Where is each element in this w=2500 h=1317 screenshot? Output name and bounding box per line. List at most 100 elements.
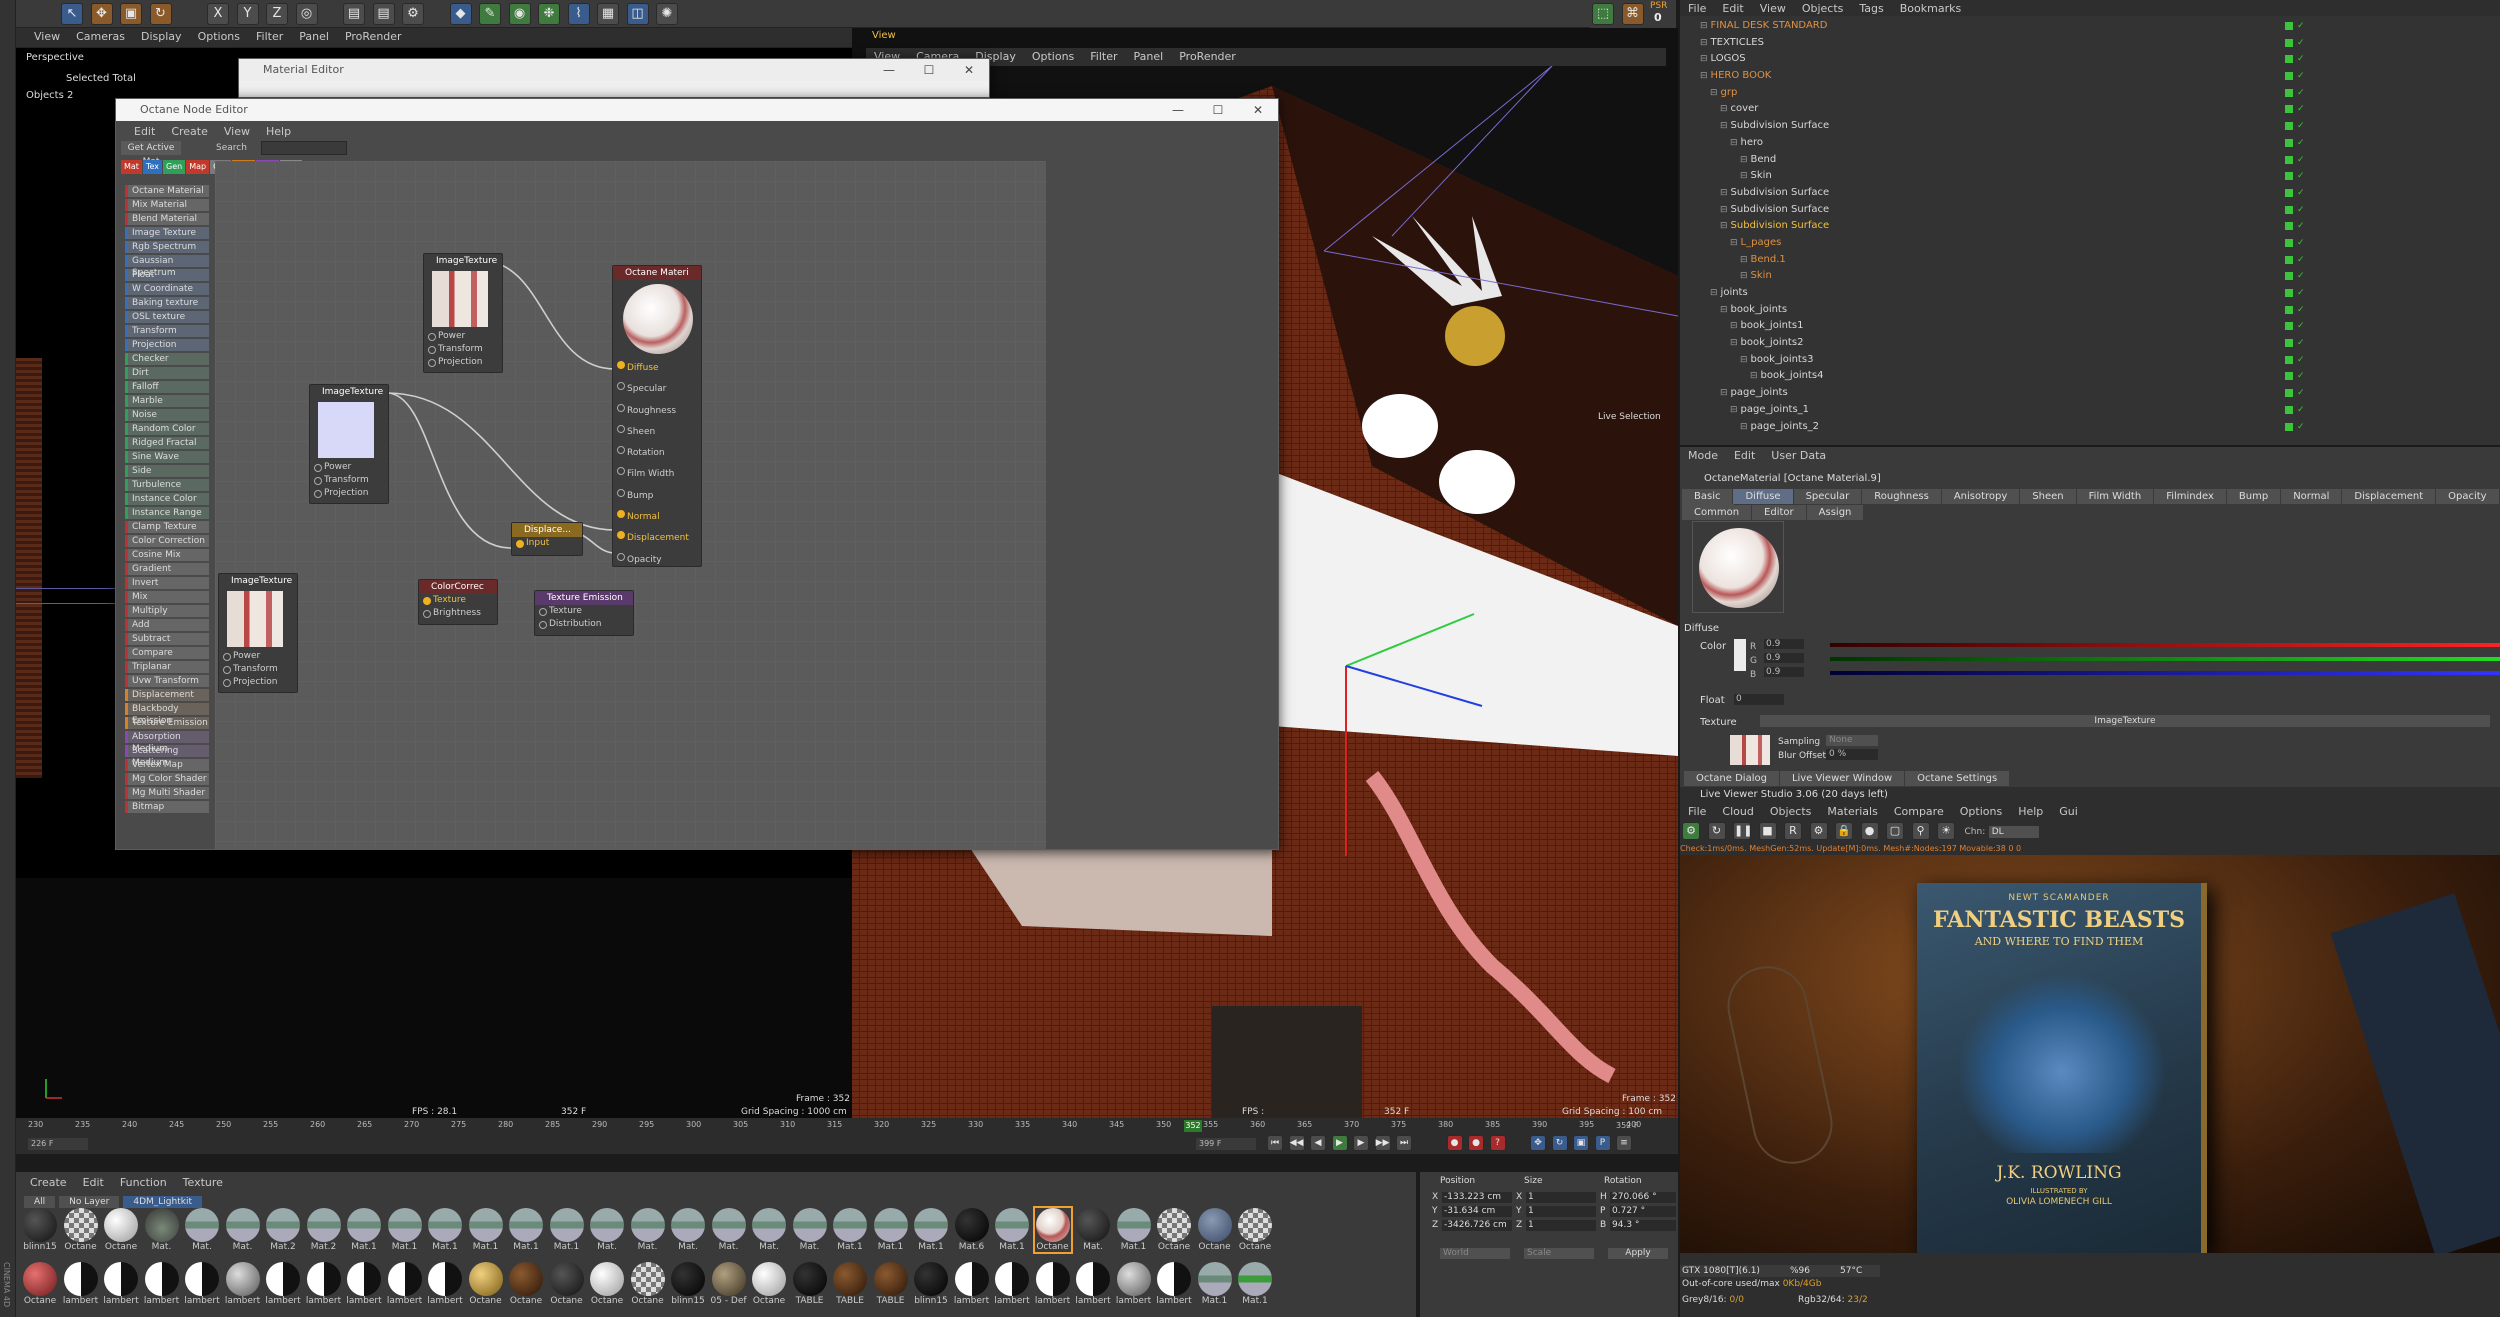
node-list-item[interactable]: Invert — [125, 577, 209, 589]
node-pin[interactable]: Diffuse — [613, 358, 701, 379]
category-tab-tex[interactable]: Tex — [142, 160, 162, 174]
render-check-icon[interactable]: ✓ — [2297, 135, 2305, 152]
z-position-field[interactable]: -3426.726 cm — [1442, 1220, 1512, 1231]
z-axis-icon[interactable]: Z — [266, 3, 288, 25]
node-list-item[interactable]: Blend Material — [125, 213, 209, 225]
node-list-item[interactable]: Dirt — [125, 367, 209, 379]
material-slot[interactable]: Mat. — [670, 1208, 706, 1252]
layer-tab-all[interactable]: All — [24, 1196, 56, 1208]
object-row[interactable]: ⊟ FINAL DESK STANDARD ✓ — [1700, 18, 2480, 35]
material-slot[interactable]: Mat.2 — [265, 1208, 301, 1252]
visibility-tick[interactable] — [2285, 22, 2293, 30]
node-pin[interactable]: Power — [424, 330, 502, 343]
next-key-icon[interactable]: ▶▶ — [1374, 1135, 1391, 1151]
material-slot[interactable]: lambert — [1075, 1262, 1111, 1306]
material-editor-window[interactable]: Material Editor — ☐ ✕ — [238, 58, 990, 98]
visibility-tick[interactable] — [2285, 305, 2293, 314]
tab-sheen[interactable]: Sheen — [2020, 489, 2076, 504]
material-slot[interactable]: Mat.1 — [873, 1208, 909, 1252]
material-slot[interactable]: blinn15 — [22, 1208, 58, 1252]
material-slot[interactable]: lambert — [144, 1262, 180, 1306]
node-list-item[interactable]: Octane Material — [125, 185, 209, 197]
material-slot[interactable]: Mat.1 — [1197, 1262, 1233, 1306]
material-slot[interactable]: Mat.1 — [1116, 1208, 1152, 1252]
keyframe-icon[interactable]: ? — [1489, 1135, 1506, 1151]
material-slot[interactable]: Octane — [1197, 1208, 1233, 1252]
object-row[interactable]: ⊟ book_joints ✓ — [1700, 302, 2480, 319]
menu-options[interactable]: Options — [1024, 48, 1082, 66]
tab-common[interactable]: Common — [1682, 505, 1752, 520]
render-check-icon[interactable]: ✓ — [2297, 68, 2305, 85]
expand-icon[interactable]: ⊟ — [1730, 338, 1738, 348]
render-picture-icon[interactable]: ▤ — [372, 3, 395, 25]
material-slot[interactable]: Octane — [508, 1262, 544, 1306]
node-list-item[interactable]: Mg Multi Shader — [125, 787, 209, 799]
node-octane-material[interactable]: Octane Materi Diffuse Specular Roughness Sh… — [612, 265, 702, 567]
material-slot[interactable]: lambert — [103, 1262, 139, 1306]
material-slot[interactable]: lambert — [306, 1262, 342, 1306]
python-icon[interactable]: ⌘ — [1621, 3, 1644, 25]
expand-icon[interactable]: ⊟ — [1720, 104, 1728, 114]
node-image-texture-3[interactable]: ImageTexture Power Transform Projection — [218, 573, 298, 693]
menu-create[interactable]: Create — [22, 1174, 75, 1192]
sphere-icon[interactable]: ● — [1860, 822, 1879, 840]
expand-icon[interactable]: ⊟ — [1700, 21, 1708, 31]
material-slot[interactable]: lambert — [346, 1262, 382, 1306]
g-value[interactable]: 0.9 — [1764, 653, 1804, 663]
menu-edit[interactable]: Edit — [1714, 0, 1751, 18]
menu-objects[interactable]: Objects — [1794, 0, 1852, 18]
material-slot[interactable]: Mat. — [711, 1208, 747, 1252]
render-check-icon[interactable]: ✓ — [2297, 385, 2305, 402]
menu-edit[interactable]: Edit — [75, 1174, 112, 1192]
material-slot[interactable]: Octane — [1032, 1206, 1073, 1254]
next-frame-icon[interactable]: ▶ — [1353, 1135, 1369, 1151]
visibility-tick[interactable] — [2285, 289, 2293, 297]
material-slot[interactable]: Mat.1 — [549, 1208, 585, 1252]
node-list-item[interactable]: Noise — [125, 409, 209, 421]
menu-view[interactable]: View — [26, 28, 68, 46]
node-list-item[interactable]: Transform — [125, 325, 209, 337]
node-pin[interactable]: Displacement — [613, 528, 701, 549]
render-view-icon[interactable]: ▤ — [343, 3, 365, 25]
material-slot[interactable]: Mat. — [144, 1208, 180, 1252]
node-pin[interactable]: Film Width — [613, 464, 701, 485]
r-slider[interactable] — [1830, 643, 2500, 647]
material-slot[interactable]: Octane — [468, 1262, 504, 1306]
menu-create[interactable]: Create — [163, 123, 216, 141]
category-tab-gen[interactable]: Gen — [163, 160, 186, 174]
node-list-item[interactable]: Bitmap — [125, 801, 209, 813]
render-check-icon[interactable]: ✓ — [2297, 335, 2305, 352]
expand-icon[interactable]: ⊟ — [1750, 371, 1758, 381]
material-slot[interactable]: Mat.1 — [468, 1208, 504, 1252]
node-list-item[interactable]: Mg Color Shader — [125, 773, 209, 785]
timeline-current-marker[interactable]: 352 — [1184, 1120, 1202, 1132]
sampling-select[interactable]: None — [1826, 735, 1878, 746]
menu-cameras[interactable]: Cameras — [68, 28, 133, 46]
node-canvas[interactable]: ImageTexture Power Transform Projection Im… — [215, 161, 1046, 849]
material-slot[interactable]: lambert — [427, 1262, 463, 1306]
float-value[interactable]: 0 — [1734, 694, 1784, 705]
camera-icon[interactable]: ◫ — [626, 3, 649, 25]
node-pin[interactable]: Power — [310, 461, 388, 474]
deformer-icon[interactable]: ⌇ — [567, 3, 590, 25]
material-slot[interactable]: Mat. — [630, 1208, 666, 1252]
x-position-field[interactable]: -133.223 cm — [1442, 1192, 1512, 1203]
category-tab-map[interactable]: Map — [186, 160, 210, 174]
world-select[interactable]: World — [1440, 1248, 1510, 1259]
node-list-item[interactable]: Subtract — [125, 633, 209, 645]
node-pin[interactable]: Projection — [310, 487, 388, 500]
category-tab-mat[interactable]: Mat — [121, 160, 142, 174]
expand-icon[interactable]: ⊟ — [1720, 188, 1728, 198]
object-row[interactable]: ⊟ hero ✓ — [1700, 135, 2480, 152]
node-list-item[interactable]: Gradient — [125, 563, 209, 575]
render-check-icon[interactable]: ✓ — [2297, 318, 2305, 335]
prev-key-icon[interactable]: ◀◀ — [1288, 1135, 1305, 1151]
material-slot[interactable]: Mat.1 — [508, 1208, 544, 1252]
visibility-tick[interactable] — [2285, 72, 2293, 81]
bulb-icon[interactable]: ☀ — [1937, 822, 1955, 840]
menu-function[interactable]: Function — [112, 1174, 175, 1192]
render-check-icon[interactable]: ✓ — [2297, 402, 2305, 419]
visibility-tick[interactable] — [2285, 322, 2293, 331]
node-list-item[interactable]: Texture Emission — [125, 717, 209, 729]
expand-icon[interactable]: ⊟ — [1740, 255, 1748, 265]
